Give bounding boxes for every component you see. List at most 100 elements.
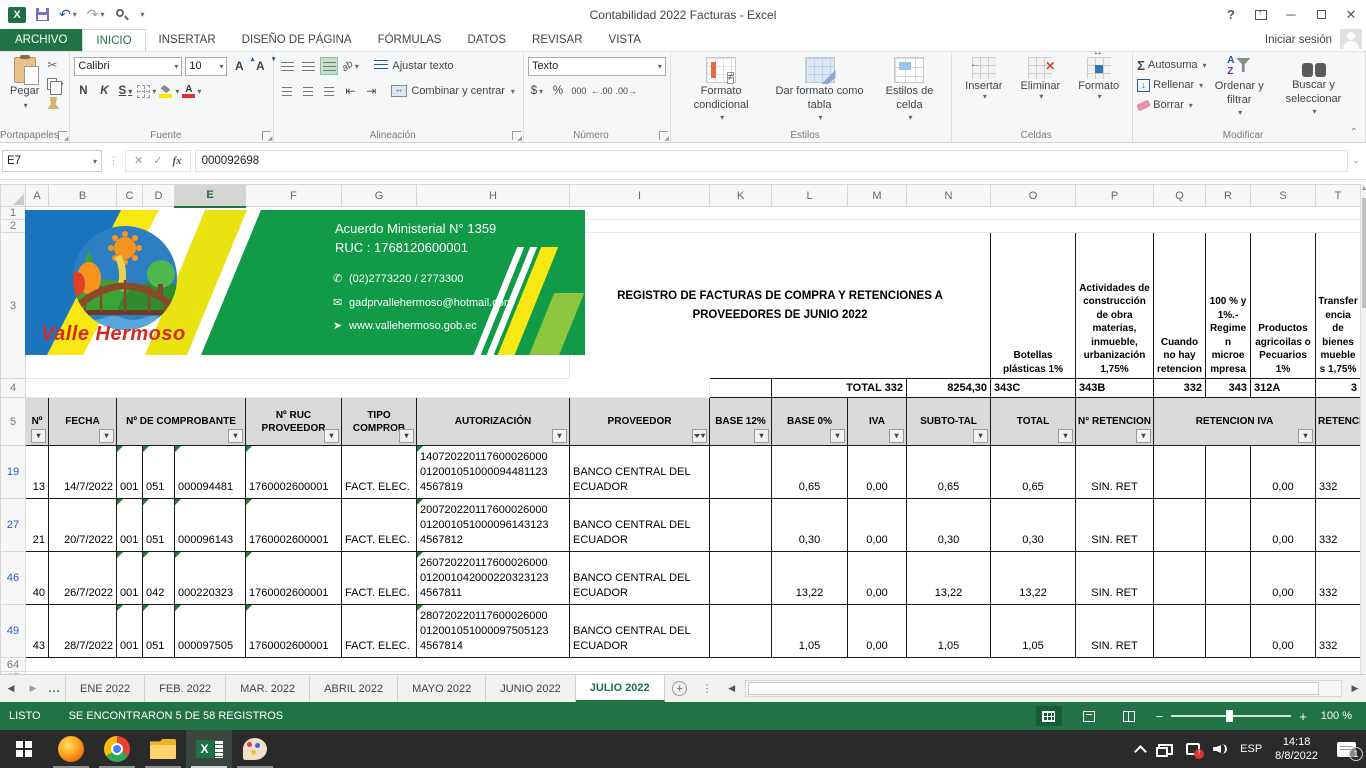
sheet-tab-mar[interactable]: MAR. 2022 — [226, 675, 310, 702]
cell[interactable]: FACT. ELEC. — [342, 552, 417, 605]
find-select-button[interactable]: Buscar y seleccionar — [1272, 55, 1355, 128]
cell[interactable]: 13 — [26, 446, 49, 499]
column-header-e[interactable]: E — [175, 185, 246, 207]
cell[interactable]: 0,30 — [907, 499, 991, 552]
cell-total-label[interactable]: TOTAL 332 — [772, 379, 907, 398]
cell-o3[interactable]: Botellas plásticas 1% — [991, 233, 1076, 379]
scroll-up-icon[interactable]: ▲ — [1361, 186, 1366, 192]
cell[interactable]: 0,00 — [848, 605, 907, 658]
language-indicator[interactable]: ESP — [1240, 743, 1262, 755]
cell[interactable]: 1760002600001 — [246, 605, 342, 658]
cell[interactable]: 042 — [143, 552, 175, 605]
header-autorizacion[interactable]: AUTORIZACIÓN — [417, 398, 570, 446]
column-header-s[interactable]: S — [1251, 185, 1316, 207]
save-button[interactable] — [36, 8, 49, 21]
cell[interactable]: 1760002600001 — [246, 552, 342, 605]
filter-button[interactable] — [31, 429, 46, 443]
bold-button[interactable]: N — [74, 82, 92, 100]
autosum-button[interactable]: ΣAutosuma — [1137, 56, 1206, 74]
cell[interactable] — [710, 552, 772, 605]
cell[interactable]: 051 — [143, 446, 175, 499]
cell[interactable]: BANCO CENTRAL DEL ECUADOR — [570, 552, 710, 605]
cell[interactable]: SIN. RET — [1076, 552, 1154, 605]
cell[interactable] — [26, 379, 710, 398]
conditional-formatting-button[interactable]: Formato condicional — [675, 55, 767, 128]
header-proveedor[interactable]: PROVEEDOR — [570, 398, 710, 446]
tray-expand-icon[interactable] — [1134, 745, 1147, 758]
cell-k4[interactable] — [710, 379, 772, 398]
formula-input[interactable]: 000092698 — [195, 150, 1348, 172]
filter-active-button[interactable] — [692, 429, 707, 443]
borders-button[interactable] — [137, 82, 156, 100]
cell-t3[interactable]: Transferencia de bienes muebles 1,75% — [1316, 233, 1361, 379]
cell[interactable]: 001 — [117, 446, 143, 499]
filter-button[interactable] — [1058, 429, 1073, 443]
format-painter-button[interactable] — [47, 95, 63, 111]
cell[interactable]: 13,22 — [991, 552, 1076, 605]
cell[interactable]: 0,30 — [991, 499, 1076, 552]
cell[interactable]: 2607202201176000260000120010420002203231… — [417, 552, 570, 605]
close-button[interactable] — [1336, 2, 1366, 28]
column-header-a[interactable]: A — [26, 185, 49, 207]
cell[interactable] — [1154, 605, 1206, 658]
sheet-tab-abril[interactable]: ABRIL 2022 — [310, 675, 398, 702]
cell[interactable]: BANCO CENTRAL DEL ECUADOR — [570, 446, 710, 499]
comma-style-button[interactable]: 000 — [570, 82, 588, 100]
tab-datos[interactable]: DATOS — [454, 29, 519, 51]
cell[interactable] — [1206, 605, 1251, 658]
cell[interactable]: 0,65 — [772, 446, 848, 499]
column-header-b[interactable]: B — [49, 185, 117, 207]
cell[interactable]: 2807202201176000260000120010510000975051… — [417, 605, 570, 658]
row-header[interactable]: 19 — [1, 446, 26, 499]
row-header[interactable]: 64 — [1, 658, 26, 672]
horizontal-scrollbar[interactable] — [745, 680, 1342, 697]
excel-app-icon[interactable]: X — [8, 7, 26, 23]
header-total[interactable]: TOTAL — [991, 398, 1076, 446]
cell[interactable] — [1154, 446, 1206, 499]
increase-indent-button[interactable]: ⇥ — [362, 82, 380, 100]
header-base0[interactable]: BASE 0% — [772, 398, 848, 446]
filter-button[interactable] — [973, 429, 988, 443]
row-header[interactable]: 27 — [1, 499, 26, 552]
header-iva[interactable]: IVA — [848, 398, 907, 446]
fill-color-button[interactable] — [159, 82, 179, 100]
cell[interactable]: 0,65 — [991, 446, 1076, 499]
column-header-c[interactable]: C — [117, 185, 143, 207]
cell[interactable]: 001 — [117, 552, 143, 605]
cell[interactable]: 26/7/2022 — [49, 552, 117, 605]
column-header-t[interactable]: T — [1316, 185, 1361, 207]
cell[interactable]: 000220323 — [175, 552, 246, 605]
name-box[interactable]: E7 — [2, 150, 102, 172]
tab-formulas[interactable]: FÓRMULAS — [365, 29, 455, 51]
zoom-slider-thumb[interactable] — [1226, 710, 1233, 722]
sheet-tab-julio-active[interactable]: JULIO 2022 — [576, 675, 665, 702]
dialog-launcher[interactable] — [262, 131, 271, 140]
cell[interactable]: 2007202201176000260000120010510000961431… — [417, 499, 570, 552]
dialog-launcher[interactable] — [512, 131, 521, 140]
cell-p3[interactable]: Actividades de construcción de obra mate… — [1076, 233, 1154, 379]
clock[interactable]: 14:18 8/8/2022 — [1275, 735, 1318, 764]
clear-button[interactable]: Borrar — [1137, 96, 1206, 114]
row-header[interactable]: 49 — [1, 605, 26, 658]
qat-customize-button[interactable] — [139, 10, 145, 19]
ribbon-display-button[interactable] — [1246, 2, 1276, 28]
cell[interactable]: 001 — [117, 605, 143, 658]
row-header[interactable]: 1 — [1, 207, 26, 220]
cell-styles-button[interactable]: Estilos de celda — [872, 55, 947, 128]
align-center-button[interactable] — [299, 82, 317, 100]
percent-button[interactable]: % — [549, 82, 567, 100]
tab-scroll-separator[interactable]: ⋮ — [695, 675, 721, 702]
tab-insertar[interactable]: INSERTAR — [146, 29, 229, 51]
sheet-overflow-button[interactable]: ... — [44, 675, 66, 702]
cell-o4[interactable]: 343C — [991, 379, 1076, 398]
column-header-p[interactable]: P — [1076, 185, 1154, 207]
wrap-text-button[interactable]: Ajustar texto — [370, 56, 457, 76]
align-bottom-button[interactable] — [320, 57, 338, 75]
cell[interactable]: 001 — [117, 499, 143, 552]
taskbar-excel-active[interactable]: X — [186, 730, 232, 768]
cell[interactable]: 13,22 — [772, 552, 848, 605]
cell[interactable] — [710, 499, 772, 552]
help-button[interactable] — [1216, 2, 1246, 28]
enter-button[interactable]: ✓ — [153, 154, 162, 167]
cell[interactable]: 0,00 — [1251, 499, 1316, 552]
